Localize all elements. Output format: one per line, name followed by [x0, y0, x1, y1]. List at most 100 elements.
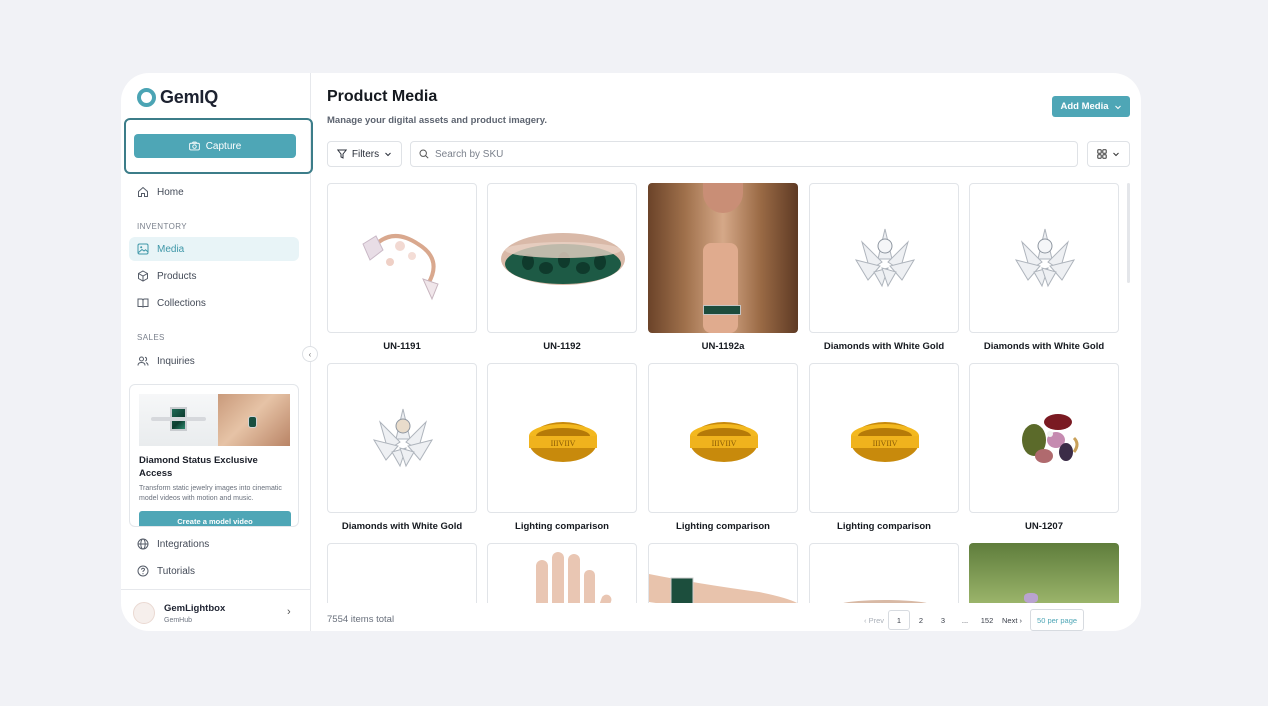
per-page-select[interactable]: 50 per page — [1030, 609, 1085, 631]
users-icon — [137, 356, 149, 366]
media-thumbnail — [969, 183, 1119, 333]
account-switcher[interactable]: GemLightbox GemHub › — [121, 589, 311, 631]
media-card[interactable]: Diamonds with White Gold — [327, 363, 477, 539]
search-icon — [419, 149, 429, 159]
media-thumbnail — [809, 543, 959, 603]
media-card[interactable] — [648, 543, 798, 603]
media-card[interactable] — [487, 543, 637, 603]
media-card[interactable]: UN-1192 — [487, 183, 637, 359]
promo-description: Transform static jewelry images into cin… — [139, 485, 282, 502]
app-window: GemIQ Capture Home INVENTORY Media Produ… — [121, 73, 1141, 631]
sidebar-item-tutorials[interactable]: Tutorials — [129, 559, 299, 583]
media-grid: UN-1191 UN-1192 UN-1192a Diamonds with W… — [327, 183, 1121, 603]
grid-icon — [1097, 149, 1107, 159]
view-mode-toggle[interactable] — [1087, 141, 1130, 167]
add-media-button[interactable]: Add Media — [1052, 96, 1130, 117]
page-button[interactable]: 152 — [976, 610, 998, 630]
home-icon — [138, 186, 148, 197]
page-button[interactable]: 1 — [888, 610, 911, 630]
svg-text:IIIVIIV: IIIVIIV — [712, 439, 737, 448]
sidebar-item-products[interactable]: Products — [129, 264, 299, 288]
logo[interactable]: GemIQ — [137, 87, 218, 108]
media-label: UN-1191 — [383, 340, 421, 352]
gold-band-image: IIIVIIV — [851, 422, 919, 462]
capture-label: Capture — [205, 140, 242, 152]
multi-gem-ring-image — [1022, 414, 1079, 463]
media-thumbnail: IIIVIIV — [648, 363, 798, 513]
diamond-cluster-image — [854, 228, 916, 288]
media-card[interactable]: IIIVIIV Lighting comparison — [487, 363, 637, 539]
wrist-bracelet-image — [649, 574, 797, 603]
rose-gold-ring-image — [362, 234, 439, 301]
media-card[interactable]: IIIVIIV Lighting comparison — [809, 363, 959, 539]
page-title: Product Media — [327, 88, 438, 105]
book-open-icon — [137, 298, 149, 308]
sidebar-item-label: Products — [157, 270, 197, 282]
media-thumbnail — [327, 543, 477, 603]
sidebar-item-media[interactable]: Media — [129, 237, 299, 261]
pagination: ‹ Prev 1 2 3 ... 152 Next › 50 per page — [860, 609, 1085, 631]
search-bar[interactable] — [410, 141, 1078, 167]
media-card[interactable] — [969, 543, 1119, 603]
app-name: GemIQ — [160, 87, 219, 107]
capture-button[interactable]: Capture — [134, 134, 296, 158]
next-page-button[interactable]: Next › — [998, 610, 1026, 630]
account-name: GemLightbox — [164, 603, 226, 614]
media-card[interactable]: UN-1191 — [327, 183, 477, 359]
media-card[interactable]: Diamonds with White Gold — [809, 183, 959, 359]
media-label: Lighting comparison — [676, 520, 770, 532]
sales-section-label: SALES — [137, 333, 165, 342]
create-model-video-button[interactable]: Create a model video — [139, 511, 291, 526]
sidebar-item-collections[interactable]: Collections — [129, 291, 299, 315]
media-label: Lighting comparison — [515, 520, 609, 532]
diamond-cluster-image — [372, 408, 434, 468]
box-icon — [138, 270, 148, 282]
media-card[interactable]: Diamonds with White Gold — [969, 183, 1119, 359]
inventory-section-label: INVENTORY — [137, 222, 187, 231]
chevron-down-icon — [385, 152, 391, 157]
media-card[interactable] — [809, 543, 959, 603]
grid-scrollbar[interactable] — [1127, 183, 1130, 283]
gold-band-image: IIIVIIV — [690, 422, 758, 462]
media-thumbnail: IIIVIIV — [487, 363, 637, 513]
chevron-right-icon: › — [287, 606, 291, 618]
media-thumbnail — [969, 363, 1119, 513]
search-input[interactable] — [435, 148, 1035, 160]
diamond-cluster-image — [1014, 228, 1076, 288]
sidebar-item-label: Integrations — [157, 538, 210, 550]
sidebar-item-integrations[interactable]: Integrations — [129, 532, 299, 556]
sidebar-item-label: Inquiries — [157, 355, 195, 367]
add-media-label: Add Media — [1060, 101, 1109, 112]
promo-ring-image — [139, 394, 218, 446]
emerald-bracelet-image — [501, 233, 625, 285]
page-button[interactable]: 2 — [910, 610, 932, 630]
sidebar-item-label: Collections — [157, 297, 206, 309]
media-thumbnail — [487, 183, 637, 333]
media-thumbnail: IIIVIIV — [809, 363, 959, 513]
media-card[interactable]: IIIVIIV Lighting comparison — [648, 363, 798, 539]
bracelet-partial-image — [843, 600, 927, 603]
media-card[interactable]: UN-1207 — [969, 363, 1119, 539]
sidebar-item-label: Tutorials — [157, 565, 195, 577]
media-card[interactable]: UN-1192a — [648, 183, 798, 359]
hand-image — [536, 552, 612, 603]
media-thumbnail — [327, 183, 477, 333]
collapse-sidebar-button[interactable]: ‹ — [302, 346, 318, 362]
page-button[interactable]: 3 — [932, 610, 954, 630]
prev-page-button[interactable]: ‹ Prev — [860, 610, 888, 630]
promo-card: Diamond Status Exclusive Access Transfor… — [129, 384, 299, 527]
media-label: Diamonds with White Gold — [823, 340, 945, 352]
media-card[interactable] — [327, 543, 477, 603]
sidebar-item-home[interactable]: Home — [129, 180, 299, 204]
sidebar-item-inquiries[interactable]: Inquiries — [129, 349, 299, 373]
filters-button[interactable]: Filters — [327, 141, 402, 167]
promo-model-image — [218, 394, 290, 446]
items-total: 7554 items total — [327, 614, 395, 625]
main-content: Product Media Manage your digital assets… — [312, 73, 1141, 631]
image-icon — [137, 243, 149, 255]
page-subtitle: Manage your digital assets and product i… — [327, 115, 547, 126]
media-label: Diamonds with White Gold — [983, 340, 1105, 352]
svg-text:IIIVIIV: IIIVIIV — [873, 439, 898, 448]
media-label: UN-1192 — [543, 340, 581, 352]
avatar — [133, 602, 155, 624]
